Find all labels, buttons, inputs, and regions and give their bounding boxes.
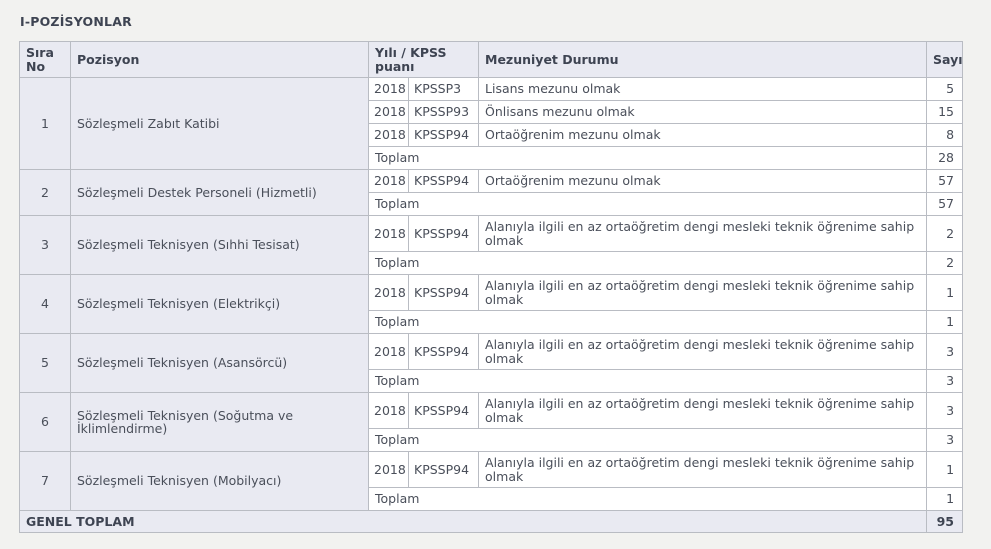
grand-total-label: GENEL TOPLAM [18, 510, 928, 533]
total-value: 57 [926, 192, 964, 216]
year-cell: 2018 [368, 333, 409, 370]
total-value: 1 [926, 310, 964, 334]
position-cell: Sözleşmeli Teknisyen (Soğutma ve İklimle… [70, 392, 369, 452]
total-value: 3 [926, 428, 964, 452]
table-row: 1 Sözleşmeli Zabıt Katibi 2018 KPSSP3 Lisans… [19, 77, 964, 170]
total-label: Toplam [367, 146, 928, 170]
table-row: 4 Sözleşmeli Teknisyen (Elektrikçi) 2018 KP… [19, 274, 964, 334]
kpss-cell: KPSSP94 [407, 333, 480, 370]
total-value: 28 [926, 146, 964, 170]
education-cell: Ortaöğrenim mezunu olmak [478, 169, 928, 193]
total-value: 2 [926, 251, 964, 275]
education-cell: Alanıyla ilgili en az ortaöğretim dengi … [478, 215, 928, 252]
total-value: 1 [926, 487, 964, 511]
count-cell: 5 [926, 77, 964, 101]
year-cell: 2018 [368, 215, 409, 252]
kpss-cell: KPSSP94 [407, 274, 480, 311]
education-cell: Alanıyla ilgili en az ortaöğretim dengi … [478, 451, 928, 488]
count-cell: 57 [926, 169, 964, 193]
table-row: 3 Sözleşmeli Teknisyen (Sıhhi Tesisat) 201… [19, 215, 964, 275]
kpss-cell: KPSSP94 [407, 392, 480, 429]
sira-no-cell: 7 [19, 451, 71, 511]
sira-no-cell: 5 [19, 333, 71, 393]
year-cell: 2018 [368, 100, 409, 124]
position-cell: Sözleşmeli Teknisyen (Mobilyacı) [70, 451, 369, 511]
header-yili-kpss: Yılı / KPSS puanı [367, 41, 480, 78]
position-cell: Sözleşmeli Teknisyen (Elektrikçi) [70, 274, 369, 334]
total-label: Toplam [367, 251, 928, 275]
count-cell: 8 [926, 123, 964, 147]
sira-no-cell: 2 [19, 169, 71, 216]
table-row: 5 Sözleşmeli Teknisyen (Asansörcü) 2018 KPS… [19, 333, 964, 393]
position-cell: Sözleşmeli Teknisyen (Sıhhi Tesisat) [70, 215, 369, 275]
total-label: Toplam [367, 192, 928, 216]
total-value: 3 [926, 369, 964, 393]
position-cell: Sözleşmeli Teknisyen (Asansörcü) [70, 333, 369, 393]
year-cell: 2018 [368, 77, 409, 101]
education-cell: Önlisans mezunu olmak [478, 100, 928, 124]
table-header-row: Sıra No Pozisyon Yılı / KPSS puanı Mezun… [19, 41, 964, 78]
table-row: 6 Sözleşmeli Teknisyen (Soğutma ve İkliml… [19, 392, 964, 452]
count-cell: 3 [926, 333, 964, 370]
position-cell: Sözleşmeli Destek Personeli (Hizmetli) [70, 169, 369, 216]
year-cell: 2018 [368, 123, 409, 147]
total-label: Toplam [367, 487, 928, 511]
year-cell: 2018 [368, 451, 409, 488]
education-cell: Alanıyla ilgili en az ortaöğretim dengi … [478, 333, 928, 370]
section-title: I-POZİSYONLAR [20, 14, 132, 29]
kpss-cell: KPSSP3 [407, 77, 480, 101]
grand-total-row: GENEL TOPLAM 95 [18, 510, 964, 533]
header-mezuniyet: Mezuniyet Durumu [478, 41, 928, 78]
sira-no-cell: 6 [19, 392, 71, 452]
sira-no-cell: 4 [19, 274, 71, 334]
total-label: Toplam [367, 310, 928, 334]
year-cell: 2018 [368, 392, 409, 429]
education-cell: Alanıyla ilgili en az ortaöğretim dengi … [478, 392, 928, 429]
kpss-cell: KPSSP93 [407, 100, 480, 124]
education-cell: Alanıyla ilgili en az ortaöğretim dengi … [478, 274, 928, 311]
grand-total-value: 95 [926, 510, 964, 533]
table-row: 7 Sözleşmeli Teknisyen (Mobilyacı) 2018 KPS… [19, 451, 964, 511]
count-cell: 1 [926, 451, 964, 488]
header-sayi: Sayı [926, 41, 964, 78]
kpss-cell: KPSSP94 [407, 123, 480, 147]
count-cell: 2 [926, 215, 964, 252]
count-cell: 15 [926, 100, 964, 124]
positions-table: Sıra No Pozisyon Yılı / KPSS puanı Mezun… [18, 41, 964, 533]
sira-no-cell: 3 [19, 215, 71, 275]
year-cell: 2018 [368, 274, 409, 311]
total-label: Toplam [367, 428, 928, 452]
header-sira-no: Sıra No [19, 41, 71, 78]
kpss-cell: KPSSP94 [407, 169, 480, 193]
sira-no-cell: 1 [19, 77, 71, 170]
education-cell: Lisans mezunu olmak [478, 77, 928, 101]
table-body: 1 Sözleşmeli Zabıt Katibi 2018 KPSSP3 Lisans… [19, 77, 964, 511]
header-pozisyon: Pozisyon [70, 41, 369, 78]
table-row: 2 Sözleşmeli Destek Personeli (Hizmetli) 2… [19, 169, 964, 216]
total-label: Toplam [367, 369, 928, 393]
page: I-POZİSYONLAR Sıra No Pozisyon Yılı / KP… [0, 0, 991, 549]
count-cell: 3 [926, 392, 964, 429]
kpss-cell: KPSSP94 [407, 215, 480, 252]
education-cell: Ortaöğrenim mezunu olmak [478, 123, 928, 147]
year-cell: 2018 [368, 169, 409, 193]
count-cell: 1 [926, 274, 964, 311]
position-cell: Sözleşmeli Zabıt Katibi [70, 77, 369, 170]
kpss-cell: KPSSP94 [407, 451, 480, 488]
